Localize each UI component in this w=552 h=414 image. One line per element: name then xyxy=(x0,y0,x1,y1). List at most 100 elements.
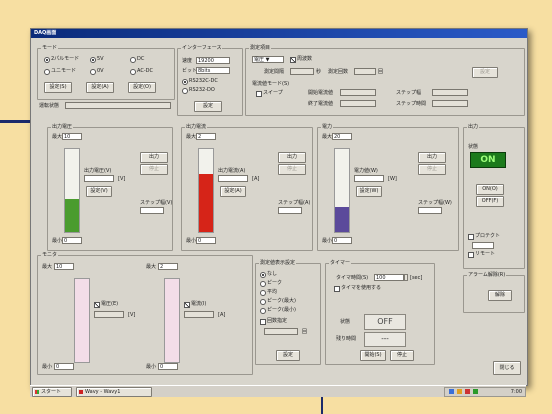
step-time-field[interactable] xyxy=(432,100,468,107)
output-voltage-group: 出力電圧 最大 10 出力電圧(V) [V] 設定(V) 出力 停止 ステップ幅… xyxy=(47,124,173,251)
start-button[interactable]: スタート xyxy=(32,387,72,397)
a-max-field[interactable]: 2 xyxy=(196,133,216,140)
radio-0v[interactable] xyxy=(90,69,96,75)
tray-icon[interactable] xyxy=(473,389,478,394)
timer-time-label: タイマ時間(S) xyxy=(336,275,369,281)
w-step-field[interactable] xyxy=(418,207,442,214)
a-set-field[interactable] xyxy=(218,175,248,182)
radio-dc[interactable] xyxy=(130,57,136,63)
tray-icon[interactable] xyxy=(457,389,462,394)
mon-v-min-field[interactable]: 0 xyxy=(54,363,74,370)
remote-checkbox[interactable] xyxy=(468,252,474,258)
frequency-checkbox[interactable] xyxy=(290,57,296,63)
a-set-button[interactable]: 設定(A) xyxy=(220,186,246,197)
frequency-label: 周波数 xyxy=(297,56,313,62)
output-on-button[interactable]: ON(O) xyxy=(476,184,504,195)
radio-rs232do[interactable] xyxy=(182,88,188,94)
radio-peak-max[interactable] xyxy=(260,299,266,305)
mon-v-readout xyxy=(94,311,124,318)
v-set-button[interactable]: 設定(V) xyxy=(86,186,112,197)
mon-v-checkbox[interactable] xyxy=(94,302,100,308)
w-set-button[interactable]: 設定(W) xyxy=(356,186,382,197)
tray-icon[interactable] xyxy=(465,389,470,394)
radio-uni[interactable] xyxy=(44,69,50,75)
step-width-label: ステップ幅 xyxy=(396,90,422,96)
data-bits-select[interactable]: 8bits xyxy=(196,67,230,74)
count-field[interactable] xyxy=(354,68,376,75)
v-set-field[interactable] xyxy=(84,175,114,182)
protect-checkbox[interactable] xyxy=(468,234,474,240)
tray-icon[interactable] xyxy=(449,389,454,394)
interval-field[interactable] xyxy=(290,68,314,75)
mode-set-button-2[interactable]: 設定(A) xyxy=(86,82,114,93)
w-max-field[interactable]: 20 xyxy=(332,133,352,140)
timer-use-checkbox[interactable] xyxy=(334,286,340,292)
measure-select[interactable]: 電圧 ▼ xyxy=(252,56,284,63)
w-out-button[interactable]: 出力 xyxy=(418,152,446,163)
speed-label: 速度 xyxy=(182,58,193,64)
timer-spin-button[interactable] xyxy=(404,274,408,281)
radio-acdc[interactable] xyxy=(130,69,136,75)
radio-peak[interactable] xyxy=(260,281,266,287)
a-out-button[interactable]: 出力 xyxy=(278,152,306,163)
monitor-group-caption: モニタ xyxy=(41,252,59,258)
step-width-field[interactable] xyxy=(432,89,468,96)
mon-v-max-label: 最大 xyxy=(42,264,53,270)
protect-field[interactable] xyxy=(472,242,494,249)
v-min-label: 最小 xyxy=(52,238,63,244)
measure-group: 測定項目 電圧 ▼ 周波数 測定間隔 秒 測定回数 回 設定 電流値モード(S)… xyxy=(245,45,525,116)
end-current-field[interactable] xyxy=(340,100,376,107)
measure-set-button[interactable]: 設定 xyxy=(472,67,498,78)
output-current-caption: 出力電流 xyxy=(185,124,208,130)
count-spec-field[interactable] xyxy=(264,328,298,335)
mode-set-button-3[interactable]: 設定(O) xyxy=(128,82,156,93)
output-current-group: 出力電流 最大 2 出力電流(A) [A] 設定(A) 出力 停止 ステップ幅(… xyxy=(181,124,313,251)
mon-v-max-field[interactable]: 10 xyxy=(54,263,74,270)
radio-dc-label: DC xyxy=(137,56,145,62)
windows-logo-icon xyxy=(35,390,39,394)
display-set-button[interactable]: 設定 xyxy=(276,350,300,361)
w-min-label: 最小 xyxy=(322,238,333,244)
mode-set-button-1[interactable]: 設定(S) xyxy=(44,82,72,93)
interval-unit: 秒 xyxy=(316,69,322,75)
timer-time-field[interactable]: 100 xyxy=(374,274,404,281)
v-min-field[interactable]: 0 xyxy=(62,237,82,244)
sweep-checkbox[interactable] xyxy=(256,91,262,97)
mon-a-min-field[interactable]: 0 xyxy=(158,363,178,370)
radio-2pulse[interactable] xyxy=(44,57,50,63)
mon-a-checkbox[interactable] xyxy=(184,302,190,308)
w-set-field[interactable] xyxy=(354,175,384,182)
app-icon xyxy=(79,390,83,394)
a-stop-button[interactable]: 停止 xyxy=(278,164,306,175)
timer-start-button[interactable]: 開始(S) xyxy=(360,350,386,361)
radio-average[interactable] xyxy=(260,290,266,296)
radio-rs232c[interactable] xyxy=(182,79,188,85)
a-min-label: 最小 xyxy=(186,238,197,244)
w-stop-button[interactable]: 停止 xyxy=(418,164,446,175)
radio-none[interactable] xyxy=(260,272,266,278)
timer-group: タイマー タイマ時間(S) 100 [sec] タイマを使用する 状態 OFF … xyxy=(325,260,435,365)
count-spec-label: 回数指定 xyxy=(267,318,288,324)
w-min-field[interactable]: 0 xyxy=(332,237,352,244)
taskbar-task-button[interactable]: Wavy - Wavy1 xyxy=(76,387,152,397)
mode-group-caption: モード xyxy=(41,45,59,51)
v-out-button[interactable]: 出力 xyxy=(140,152,168,163)
close-button[interactable]: 閉じる xyxy=(493,361,521,375)
start-current-field[interactable] xyxy=(340,89,376,96)
alarm-reset-button[interactable]: 解除 xyxy=(488,290,512,301)
radio-peak-min[interactable] xyxy=(260,308,266,314)
v-max-field[interactable]: 10 xyxy=(62,133,82,140)
display-settings-group: 測定値表示設定 なし ピーク 平均 ピーク(最大) ピーク(最小) 回数指定 回… xyxy=(255,260,321,365)
v-step-field[interactable] xyxy=(140,207,164,214)
remote-label: リモート xyxy=(475,251,496,257)
v-stop-button[interactable]: 停止 xyxy=(140,164,168,175)
radio-5v[interactable] xyxy=(90,57,96,63)
count-spec-checkbox[interactable] xyxy=(260,319,266,325)
speed-select[interactable]: 19200 xyxy=(196,57,230,64)
interface-set-button[interactable]: 設定 xyxy=(194,101,222,112)
a-min-field[interactable]: 0 xyxy=(196,237,216,244)
mon-a-max-field[interactable]: 2 xyxy=(158,263,178,270)
output-off-button[interactable]: OFF(F) xyxy=(476,196,504,207)
timer-stop-button[interactable]: 停止 xyxy=(390,350,414,361)
a-step-field[interactable] xyxy=(278,207,302,214)
